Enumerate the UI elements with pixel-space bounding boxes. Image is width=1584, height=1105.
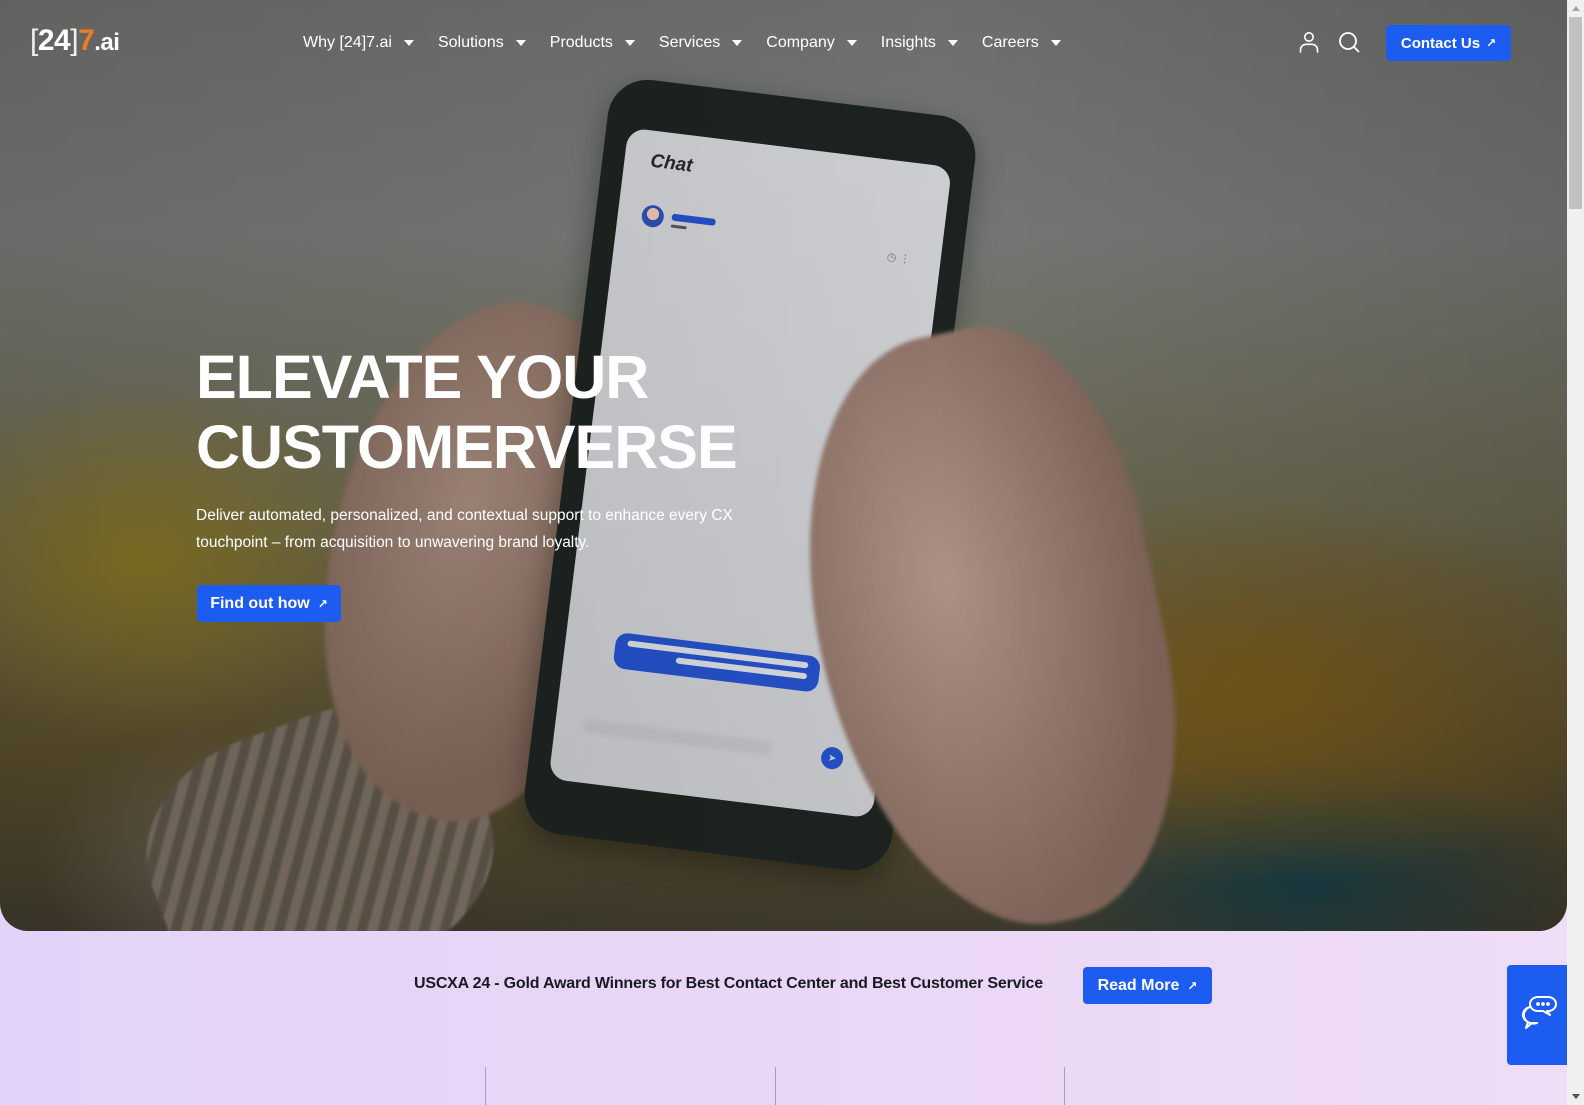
- scrollbar-thumb[interactable]: [1569, 17, 1582, 209]
- logo-seven: 7: [78, 24, 95, 57]
- scroll-down-button[interactable]: [1567, 1088, 1584, 1105]
- contact-us-label: Contact Us: [1400, 34, 1481, 52]
- timer-icon: ◷: [886, 251, 898, 265]
- read-more-label: Read More: [1097, 976, 1180, 994]
- column-divider: [485, 1067, 486, 1105]
- hero-title-line-1: ELEVATE YOUR: [196, 343, 649, 411]
- user-icon[interactable]: [1297, 30, 1321, 54]
- caret-down-icon: [624, 40, 635, 46]
- menu-item-insights[interactable]: Insights: [881, 30, 982, 56]
- page: Chat ◷ ⋮ ➤ [ 24 ] 7 .ai Why [24]7.ai Sol…: [0, 0, 1567, 1105]
- hero-subtitle-line-2: touchpoint – from acquisition to unwaver…: [196, 534, 590, 551]
- menu-item-why[interactable]: Why [24]7.ai: [303, 30, 438, 56]
- logo-digits: 24: [37, 24, 71, 57]
- phone-header-icons: ◷ ⋮: [886, 250, 911, 266]
- menu-item-careers[interactable]: Careers: [982, 30, 1085, 56]
- menu-item-solutions[interactable]: Solutions: [438, 30, 550, 56]
- caret-down-icon: [403, 40, 414, 46]
- column-divider: [775, 1067, 776, 1105]
- logo-bracket-close: ]: [70, 24, 79, 57]
- more-vert-icon: ⋮: [898, 252, 912, 266]
- caret-down-icon: [1050, 40, 1061, 46]
- arrow-up-right-icon: ↗: [317, 596, 328, 611]
- scroll-up-icon: [1571, 6, 1580, 11]
- find-out-how-label: Find out how: [210, 594, 310, 612]
- menu-item-products[interactable]: Products: [550, 30, 659, 56]
- logo-bracket-open: [: [30, 24, 38, 57]
- hero-title: ELEVATE YOUR CUSTOMERVERSE: [196, 342, 738, 482]
- page-scrollbar[interactable]: [1567, 0, 1584, 1105]
- caret-down-icon: [846, 40, 857, 46]
- phone-agent-status-bar: [670, 224, 687, 230]
- menu-item-label: Solutions: [437, 34, 504, 51]
- menu-item-label: Insights: [880, 34, 936, 51]
- send-icon: ➤: [819, 745, 845, 771]
- caret-down-icon: [515, 40, 526, 46]
- arrow-up-right-icon: ↗: [1187, 978, 1198, 993]
- caret-down-icon: [947, 40, 958, 46]
- hero-subtitle: Deliver automated, personalized, and con…: [196, 502, 756, 556]
- hero-subtitle-line-1: Deliver automated, personalized, and con…: [196, 507, 733, 524]
- menu-item-label: Why [24]7.ai: [303, 34, 392, 51]
- phone-message-input: [582, 718, 773, 756]
- award-announcement: USCXA 24 - Gold Award Winners for Best C…: [414, 975, 1043, 992]
- arrow-up-right-icon: ↗: [1486, 36, 1497, 50]
- brand-logo[interactable]: [ 24 ] 7 .ai: [30, 24, 120, 58]
- column-divider: [1064, 1067, 1065, 1105]
- top-nav: [ 24 ] 7 .ai Why [24]7.ai Solutions Prod…: [0, 0, 1567, 86]
- read-more-button[interactable]: Read More ↗: [1083, 967, 1212, 1004]
- phone-agent-name-bar: [671, 213, 716, 226]
- menu-item-label: Products: [549, 34, 613, 51]
- phone-message-bubble: [612, 631, 822, 693]
- find-out-how-button[interactable]: Find out how ↗: [197, 585, 341, 622]
- chat-bubbles-icon: [1516, 993, 1558, 1038]
- phone-chat-title: Chat: [649, 150, 694, 177]
- scroll-down-icon: [1571, 1094, 1580, 1099]
- caret-down-icon: [732, 40, 743, 46]
- search-icon[interactable]: [1337, 30, 1361, 54]
- logo-suffix: .ai: [94, 29, 120, 56]
- menu-item-company[interactable]: Company: [766, 30, 880, 56]
- menu-item-label: Company: [766, 34, 835, 51]
- main-menu: Why [24]7.ai Solutions Products Services…: [303, 30, 1085, 56]
- hero-title-line-2: CUSTOMERVERSE: [196, 413, 738, 481]
- menu-item-label: Careers: [981, 34, 1039, 51]
- chat-widget-button[interactable]: [1507, 965, 1567, 1065]
- phone-avatar: [640, 203, 666, 229]
- contact-us-button[interactable]: Contact Us ↗: [1386, 25, 1511, 61]
- menu-item-label: Services: [658, 34, 721, 51]
- menu-item-services[interactable]: Services: [659, 30, 766, 56]
- scroll-up-button[interactable]: [1567, 0, 1584, 17]
